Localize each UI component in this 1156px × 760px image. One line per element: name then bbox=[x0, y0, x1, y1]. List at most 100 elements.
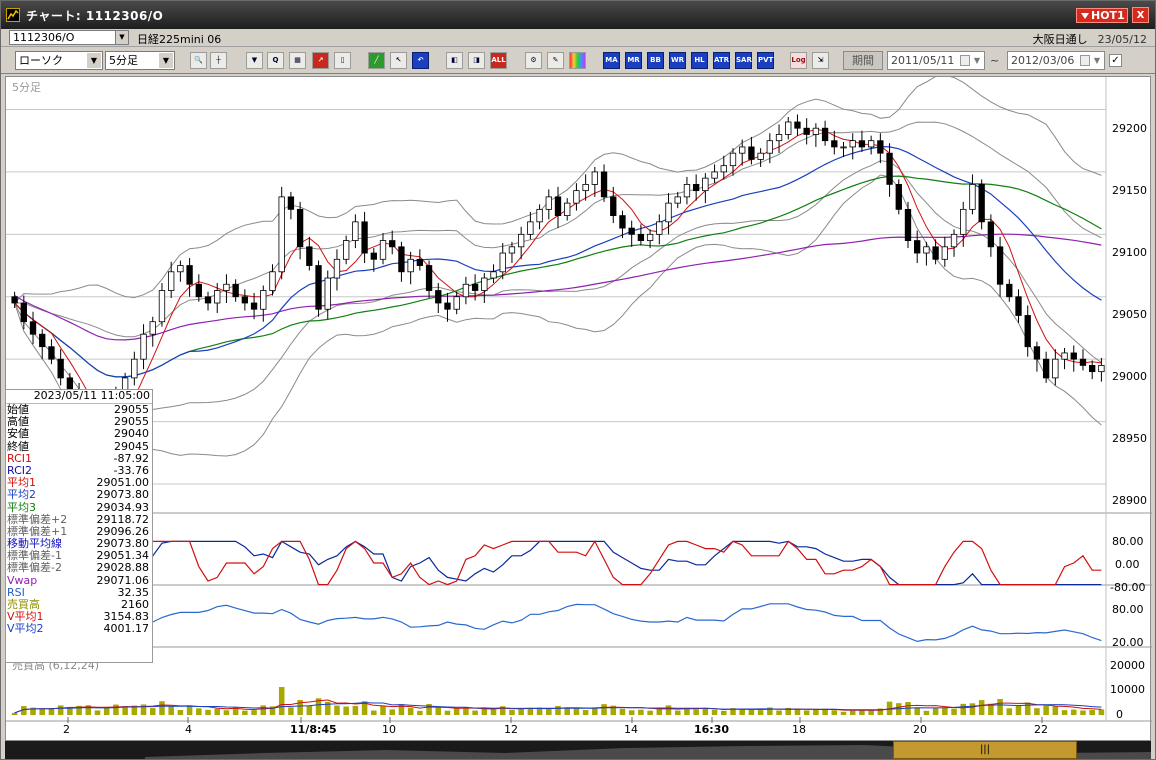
tool-psar-button[interactable]: SAR bbox=[735, 52, 752, 69]
undo-icon[interactable]: ↶ bbox=[412, 52, 429, 69]
candle-body bbox=[260, 290, 267, 310]
symbol-code-value: 1112306/O bbox=[13, 31, 75, 44]
candle-body bbox=[600, 171, 608, 198]
volume-bar bbox=[638, 709, 644, 715]
period-button[interactable]: 期間 bbox=[843, 51, 883, 70]
volume-tick-label: 20000 bbox=[1110, 659, 1145, 672]
chart-type-select[interactable]: ローソク ▼ bbox=[15, 51, 103, 70]
volume-bar bbox=[969, 703, 976, 715]
zoom-icon[interactable]: 🔍 bbox=[190, 52, 207, 69]
line-tool-icon[interactable]: ╱ bbox=[368, 52, 385, 69]
chevron-down-icon[interactable]: ▼ bbox=[971, 53, 983, 68]
chevron-down-icon[interactable]: ▼ bbox=[115, 31, 128, 44]
candle-body bbox=[425, 265, 433, 291]
data-window-label: 終値 bbox=[7, 439, 29, 453]
candle-body bbox=[996, 246, 1004, 285]
volume-tick-label: 10000 bbox=[1110, 683, 1145, 696]
candle-body bbox=[821, 127, 829, 142]
candle-body bbox=[812, 127, 820, 135]
log-scale-button[interactable]: Log bbox=[790, 52, 807, 69]
volume-bar bbox=[453, 708, 460, 715]
chart-window: チャート: 1112306/O HOT1 x 1112306/O ▼ 日経225m… bbox=[0, 0, 1156, 760]
candle-body bbox=[296, 208, 304, 248]
calendar-icon[interactable] bbox=[960, 55, 970, 66]
tool-ma-button[interactable]: MA bbox=[603, 52, 620, 69]
candle-body bbox=[158, 290, 166, 323]
candle-body bbox=[1089, 365, 1096, 373]
candle-body bbox=[407, 258, 414, 273]
hot-button[interactable]: HOT1 bbox=[1076, 8, 1128, 23]
apply-checkbox[interactable]: ✓ bbox=[1109, 54, 1122, 67]
data-window-label: 標準偏差-2 bbox=[7, 561, 62, 575]
data-window-label: 平均3 bbox=[7, 500, 36, 514]
tool-hl-button[interactable]: HL bbox=[691, 52, 708, 69]
candle-body bbox=[168, 271, 175, 291]
title-bar[interactable]: チャート: 1112306/O HOT1 x bbox=[1, 1, 1155, 29]
date-to-field[interactable]: 2012/03/06 ▼ bbox=[1007, 51, 1105, 70]
tool-bb-button[interactable]: BB bbox=[647, 52, 664, 69]
x-tick-label: 12 bbox=[504, 723, 518, 736]
candle-body bbox=[177, 265, 184, 273]
tool-pvt-button[interactable]: PVT bbox=[757, 52, 774, 69]
volume-bar bbox=[1098, 709, 1105, 715]
close-button[interactable]: x bbox=[1132, 7, 1149, 23]
volume-bar bbox=[693, 709, 699, 715]
crosshair-icon[interactable]: ┼ bbox=[210, 52, 227, 69]
cursor-icon[interactable]: ↖ bbox=[390, 52, 407, 69]
volume-tick-label: 0 bbox=[1116, 708, 1123, 721]
volume-bar bbox=[674, 710, 681, 715]
all-range-button[interactable]: ALL bbox=[490, 52, 507, 69]
grid-icon[interactable]: ▦ bbox=[289, 52, 306, 69]
scrollbar-thumb[interactable]: ||| bbox=[893, 741, 1077, 759]
chart-svg[interactable]: 5分足 29200 29150 29100 29050 29000 28950 … bbox=[6, 77, 1152, 742]
chevron-down-icon[interactable]: ▼ bbox=[1091, 53, 1103, 68]
volume-bar bbox=[417, 710, 423, 715]
volume-bar bbox=[196, 708, 202, 715]
candle-body bbox=[950, 233, 958, 248]
candle-body bbox=[1052, 358, 1059, 379]
eraser-icon[interactable]: ▯ bbox=[334, 52, 351, 69]
data-window-label: 安値 bbox=[7, 427, 29, 441]
range-left-icon[interactable]: ◧ bbox=[446, 52, 463, 69]
range-right-icon[interactable]: ◨ bbox=[468, 52, 485, 69]
interval-select[interactable]: 5分足 ▼ bbox=[105, 51, 175, 70]
date-from-field[interactable]: 2011/05/11 ▼ bbox=[887, 51, 985, 70]
volume-bar bbox=[923, 710, 930, 715]
data-window-value: 29073.80 bbox=[96, 488, 150, 502]
bollinger-band-line bbox=[14, 121, 1102, 338]
volume-bar bbox=[619, 708, 626, 715]
candle-body bbox=[131, 358, 138, 379]
draw-trend-icon[interactable]: ↗ bbox=[312, 52, 329, 69]
volume-bar bbox=[1089, 709, 1095, 715]
find-icon[interactable]: Q bbox=[267, 52, 284, 69]
candle-body bbox=[278, 196, 285, 273]
chart-area[interactable]: 5分足 29200 29150 29100 29050 29000 28950 … bbox=[5, 76, 1152, 742]
candle-body bbox=[536, 208, 543, 223]
candle-body bbox=[978, 183, 985, 223]
volume-bar bbox=[389, 709, 395, 715]
tool-wre-button[interactable]: WR bbox=[669, 52, 686, 69]
palette-icon[interactable] bbox=[569, 52, 586, 69]
data-window-value: 29034.93 bbox=[96, 500, 150, 514]
volume-bar bbox=[665, 705, 672, 715]
candle-body bbox=[1033, 346, 1041, 360]
symbol-code-input[interactable]: 1112306/O ▼ bbox=[9, 30, 129, 45]
candle-body bbox=[702, 177, 709, 192]
volume-bar bbox=[11, 712, 18, 715]
chevron-down-icon[interactable]: ▼ bbox=[159, 53, 173, 68]
settings-icon[interactable]: ⚙ bbox=[525, 52, 542, 69]
volume-bar bbox=[1080, 710, 1086, 715]
candle-body bbox=[619, 215, 626, 229]
indicator-icon[interactable]: ▼ bbox=[246, 52, 263, 69]
chevron-down-icon[interactable]: ▼ bbox=[87, 53, 101, 68]
candle-body bbox=[1079, 358, 1087, 366]
export-icon[interactable]: ⇲ bbox=[812, 52, 829, 69]
volume-bar bbox=[103, 707, 110, 715]
candle-body bbox=[20, 302, 27, 323]
calendar-icon[interactable] bbox=[1080, 55, 1090, 66]
volume-bar bbox=[205, 709, 211, 715]
tool-atr-button[interactable]: ATR bbox=[713, 52, 730, 69]
time-scrollbar[interactable]: ||| bbox=[5, 741, 1151, 759]
tool-mr-button[interactable]: MR bbox=[625, 52, 642, 69]
wrench-icon[interactable]: ✎ bbox=[547, 52, 564, 69]
